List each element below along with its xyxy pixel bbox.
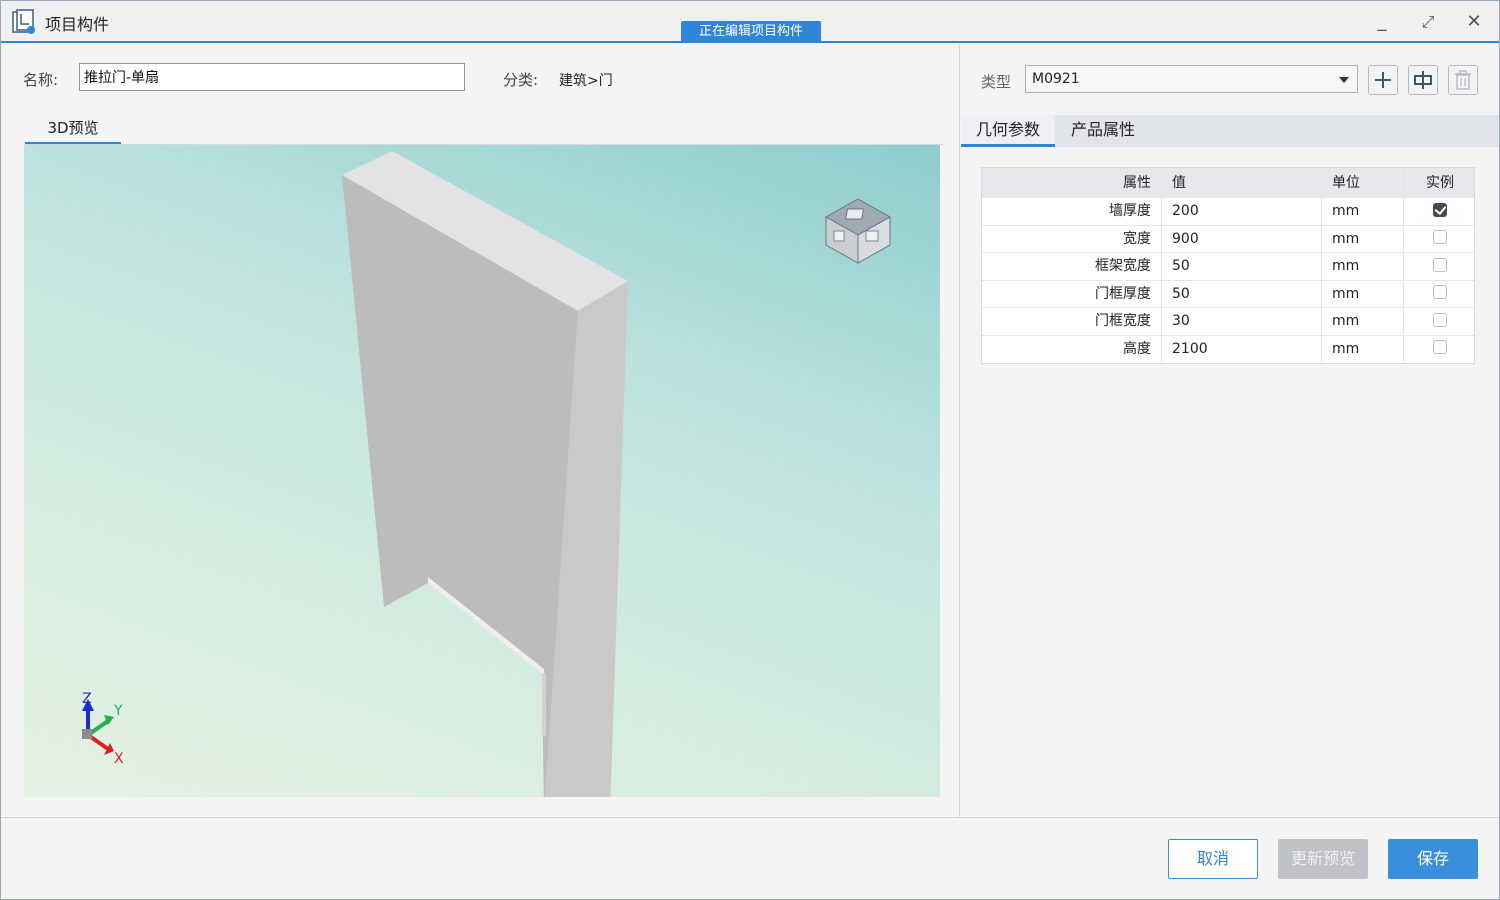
left-pane: 名称: 分类: 建筑>门 3D预览: [5, 45, 960, 817]
refresh-preview-button[interactable]: 更新预览: [1278, 839, 1368, 879]
header-unit: 单位: [1322, 168, 1404, 197]
unit-cell: mm: [1322, 198, 1404, 225]
header-value: 值: [1162, 168, 1322, 197]
instance-cell: [1404, 198, 1476, 225]
door-3d-model: [342, 151, 628, 797]
instance-cell: [1404, 308, 1476, 335]
instance-checkbox[interactable]: [1433, 285, 1447, 299]
instance-checkbox[interactable]: [1433, 230, 1447, 244]
header-attr: 属性: [982, 168, 1162, 197]
component-app-icon: [12, 9, 35, 34]
name-input[interactable]: [79, 63, 465, 91]
title-bar: 项目构件 正在编辑项目构件 _ ⤢ ✕: [1, 1, 1499, 43]
value-cell[interactable]: 200: [1162, 198, 1322, 225]
axis-x-label: X: [114, 751, 124, 767]
category-label: 分类:: [503, 71, 539, 89]
category-value: 建筑>门: [559, 73, 613, 89]
unit-cell: mm: [1322, 308, 1404, 335]
unit-cell: mm: [1322, 280, 1404, 307]
add-type-button[interactable]: [1368, 65, 1398, 95]
unit-cell: mm: [1322, 335, 1404, 363]
save-button[interactable]: 保存: [1388, 839, 1478, 879]
attr-cell: 宽度: [982, 225, 1162, 252]
unit-cell: mm: [1322, 253, 1404, 280]
close-button[interactable]: ✕: [1461, 9, 1487, 35]
chevron-down-icon: [1339, 77, 1349, 83]
editing-status-badge: 正在编辑项目构件: [681, 21, 821, 43]
minimize-icon: _: [1377, 11, 1387, 32]
table-row[interactable]: 门框宽度 30 mm: [982, 308, 1474, 336]
project-component-dialog: 项目构件 正在编辑项目构件 _ ⤢ ✕ 名称: 分类: 建筑>门 3D预览: [0, 0, 1500, 900]
maximize-button[interactable]: ⤢: [1415, 9, 1441, 35]
value-cell[interactable]: 2100: [1162, 335, 1322, 363]
property-tabs: 几何参数 产品属性: [961, 115, 1499, 147]
value-cell[interactable]: 30: [1162, 308, 1322, 335]
geometry-params-table: 属性 值 单位 实例 墙厚度 200 mm 宽度 900 mm 框架宽度 50 mm 门框厚度 50…: [981, 167, 1475, 364]
value-cell[interactable]: 900: [1162, 225, 1322, 252]
tab-product-properties[interactable]: 产品属性: [1057, 115, 1149, 147]
type-dropdown-value: M0921: [1032, 71, 1080, 87]
instance-checkbox[interactable]: [1433, 340, 1447, 354]
right-pane: 类型 M0921 几何参数 产品属性 属性 值 单位 实例 墙厚度 200 mm…: [961, 45, 1499, 817]
attr-cell: 门框厚度: [982, 280, 1162, 307]
value-cell[interactable]: 50: [1162, 253, 1322, 280]
close-icon: ✕: [1466, 11, 1482, 32]
instance-cell: [1404, 336, 1476, 364]
instance-cell: [1404, 253, 1476, 280]
instance-checkbox[interactable]: [1433, 257, 1447, 272]
instance-cell: [1404, 281, 1476, 308]
table-header-row: 属性 值 单位 实例: [982, 168, 1474, 198]
attr-cell: 框架宽度: [982, 253, 1162, 280]
dialog-footer: 取消 更新预览 保存: [1, 817, 1499, 899]
3d-preview-viewport[interactable]: Z Y X: [24, 145, 940, 797]
attr-cell: 高度: [982, 335, 1162, 363]
minimize-button[interactable]: _: [1369, 9, 1395, 35]
table-row[interactable]: 宽度 900 mm: [982, 225, 1476, 253]
table-row[interactable]: 高度 2100 mm: [982, 335, 1476, 364]
plus-icon: [1375, 72, 1391, 88]
window-title: 项目构件: [45, 15, 110, 34]
instance-cell: [1404, 226, 1476, 253]
type-label: 类型: [981, 73, 1012, 91]
delete-type-button[interactable]: [1448, 65, 1478, 95]
maximize-icon: ⤢: [1421, 12, 1435, 31]
cancel-button[interactable]: 取消: [1168, 839, 1258, 879]
insert-icon: [1414, 71, 1432, 89]
axis-triad-icon: Z Y X: [82, 691, 124, 767]
name-label: 名称:: [23, 71, 59, 89]
insert-type-button[interactable]: [1408, 65, 1438, 95]
header-instance: 实例: [1426, 175, 1454, 191]
table-row[interactable]: 框架宽度 50 mm: [982, 253, 1474, 281]
instance-checkbox[interactable]: [1433, 202, 1447, 217]
instance-checkbox[interactable]: [1433, 312, 1447, 327]
door-jamb: [542, 673, 546, 737]
table-row[interactable]: 门框厚度 50 mm: [982, 280, 1476, 308]
axis-z-label: Z: [82, 691, 92, 707]
unit-cell: mm: [1322, 225, 1404, 252]
table-row[interactable]: 墙厚度 200 mm: [982, 198, 1474, 226]
attr-cell: 门框宽度: [982, 308, 1162, 335]
type-dropdown[interactable]: M0921: [1025, 65, 1358, 93]
trash-icon: [1455, 70, 1471, 90]
axis-y-label: Y: [113, 703, 123, 719]
tab-geometry-params[interactable]: 几何参数: [961, 115, 1055, 147]
value-cell[interactable]: 50: [1162, 280, 1322, 307]
view-cube-icon[interactable]: [822, 195, 894, 267]
attr-cell: 墙厚度: [982, 198, 1162, 225]
tab-3d-preview[interactable]: 3D预览: [25, 117, 121, 145]
